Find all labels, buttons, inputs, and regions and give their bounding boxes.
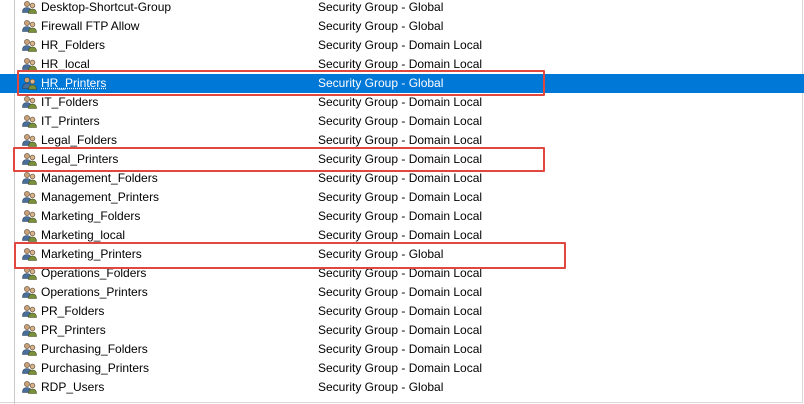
group-type: Security Group - Global [318,0,444,14]
security-group-icon [21,209,38,224]
group-list: Desktop-Shortcut-Group Security Group - G… [0,0,804,397]
table-row[interactable]: Operations_Printers Security Group - Doma… [0,283,804,302]
security-group-icon [21,152,38,167]
security-group-icon [21,57,38,72]
group-name: Marketing_Folders [41,209,141,223]
group-type: Security Group - Global [318,19,444,33]
group-name: IT_Printers [41,114,100,128]
table-row[interactable]: RDP_Users Security Group - Global [0,378,804,397]
table-row[interactable]: HR_Folders Security Group - Domain Local [0,36,804,55]
table-row[interactable]: Marketing_local Security Group - Domain L… [0,226,804,245]
table-row[interactable]: HR_Printers Security Group - Global [0,74,804,93]
security-group-icon [21,304,38,319]
security-group-icon [21,323,38,338]
group-type: Security Group - Global [318,76,444,90]
table-row[interactable]: Management_Folders Security Group - Domai… [0,169,804,188]
security-group-icon [21,361,38,376]
group-name: Operations_Printers [41,285,148,299]
security-group-icon [21,133,38,148]
table-row[interactable]: PR_Folders Security Group - Domain Local [0,302,804,321]
group-type: Security Group - Global [318,247,444,261]
table-row[interactable]: IT_Printers Security Group - Domain Local [0,112,804,131]
table-row[interactable]: PR_Printers Security Group - Domain Local [0,321,804,340]
security-group-icon [21,342,38,357]
table-row[interactable]: Marketing_Printers Security Group - Globa… [0,245,804,264]
group-name: Firewall FTP Allow [41,19,140,33]
group-name: IT_Folders [41,95,99,109]
group-type: Security Group - Domain Local [318,285,483,299]
group-name: Purchasing_Printers [41,361,150,375]
table-row[interactable]: Desktop-Shortcut-Group Security Group - G… [0,0,804,17]
group-name: Legal_Folders [41,133,118,147]
security-group-icon [21,228,38,243]
group-name: Operations_Folders [41,266,147,280]
table-row[interactable]: Purchasing_Folders Security Group - Domai… [0,340,804,359]
group-type: Security Group - Domain Local [318,190,483,204]
table-row[interactable]: Management_Printers Security Group - Doma… [0,188,804,207]
group-type: Security Group - Domain Local [318,209,483,223]
group-name: Management_Printers [41,190,160,204]
group-name: PR_Printers [41,323,106,337]
table-row[interactable]: Legal_Folders Security Group - Domain Loc… [0,131,804,150]
group-name: Legal_Printers [41,152,119,166]
group-type: Security Group - Domain Local [318,323,483,337]
security-group-icon [21,171,38,186]
group-name: PR_Folders [41,304,105,318]
group-type: Security Group - Domain Local [318,171,483,185]
group-name: Management_Folders [41,171,158,185]
security-group-icon [21,285,38,300]
group-type: Security Group - Domain Local [318,304,483,318]
group-type: Security Group - Domain Local [318,114,483,128]
security-group-icon [21,19,38,34]
security-group-icon [21,76,38,91]
group-name: Marketing_local [41,228,126,242]
group-name: Desktop-Shortcut-Group [41,0,172,14]
security-group-icon [21,190,38,205]
group-type: Security Group - Domain Local [318,57,483,71]
group-name: Marketing_Printers [41,247,142,261]
security-group-icon [21,0,38,15]
group-type: Security Group - Domain Local [318,38,483,52]
group-type: Security Group - Global [318,380,444,394]
group-name: HR_Folders [41,38,106,52]
group-name: HR_Printers [41,76,107,90]
group-type: Security Group - Domain Local [318,95,483,109]
group-type: Security Group - Domain Local [318,228,483,242]
group-type: Security Group - Domain Local [318,133,483,147]
group-type: Security Group - Domain Local [318,342,483,356]
table-row[interactable]: Purchasing_Printers Security Group - Doma… [0,359,804,378]
group-name: HR_local [41,57,90,71]
group-name: RDP_Users [41,380,105,394]
table-row[interactable]: Marketing_Folders Security Group - Domain… [0,207,804,226]
security-group-icon [21,95,38,110]
security-group-icon [21,38,38,53]
table-row[interactable]: HR_local Security Group - Domain Local [0,55,804,74]
security-group-icon [21,114,38,129]
group-type: Security Group - Domain Local [318,361,483,375]
security-group-icon [21,247,38,262]
group-type: Security Group - Domain Local [318,152,483,166]
security-group-icon [21,266,38,281]
security-group-icon [21,380,38,395]
table-row[interactable]: Operations_Folders Security Group - Domai… [0,264,804,283]
table-row[interactable]: Legal_Printers Security Group - Domain Lo… [0,150,804,169]
group-name: Purchasing_Folders [41,342,148,356]
group-type: Security Group - Domain Local [318,266,483,280]
table-row[interactable]: IT_Folders Security Group - Domain Local [0,93,804,112]
table-row[interactable]: Firewall FTP Allow Security Group - Globa… [0,17,804,36]
